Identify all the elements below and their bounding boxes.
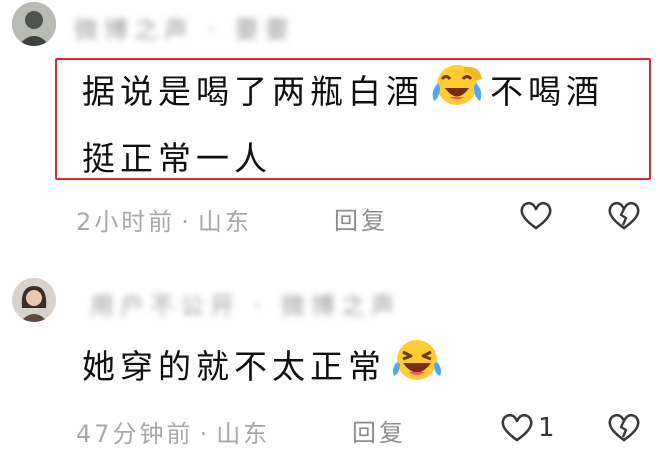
like-button[interactable]: 1	[500, 410, 564, 446]
dislike-button[interactable]	[602, 410, 646, 446]
comment-text: 她穿的就不太正常	[82, 347, 386, 386]
heart-icon	[501, 413, 533, 442]
heart-icon	[520, 201, 552, 230]
broken-heart-icon	[608, 413, 640, 442]
avatar[interactable]	[12, 278, 56, 322]
avatar[interactable]	[12, 2, 56, 46]
dislike-button[interactable]	[602, 198, 646, 234]
face-with-tears-of-joy-icon	[428, 61, 486, 117]
separator-dot: ·	[199, 420, 211, 448]
reply-button[interactable]: 回复	[352, 413, 406, 448]
comment-text-tail: 不喝酒	[490, 72, 604, 111]
broken-heart-icon	[608, 201, 640, 230]
username[interactable]: 微博之声 · 要要	[74, 10, 295, 45]
location: 山东	[216, 420, 271, 448]
comment-meta: 2小时前 · 山东	[76, 202, 252, 237]
timestamp: 2小时前	[76, 208, 176, 236]
grinning-squinting-tears-icon	[388, 336, 446, 392]
comment-text-line1: 据说是喝了两瓶白酒 不喝酒	[82, 65, 604, 112]
like-button[interactable]	[514, 198, 558, 234]
comment-meta: 47分钟前 · 山东	[76, 414, 270, 449]
comment-text-line2: 挺正常一人	[82, 139, 272, 178]
username[interactable]: 用户不公开 · 微博之声	[90, 286, 401, 321]
timestamp: 47分钟前	[76, 420, 194, 448]
separator-dot: ·	[181, 208, 192, 236]
comment-text-line1: 她穿的就不太正常	[82, 340, 446, 388]
comment-text: 据说是喝了两瓶白酒	[82, 72, 424, 111]
like-count: 1	[538, 413, 555, 443]
reply-button[interactable]: 回复	[334, 201, 388, 236]
location: 山东	[197, 208, 252, 236]
